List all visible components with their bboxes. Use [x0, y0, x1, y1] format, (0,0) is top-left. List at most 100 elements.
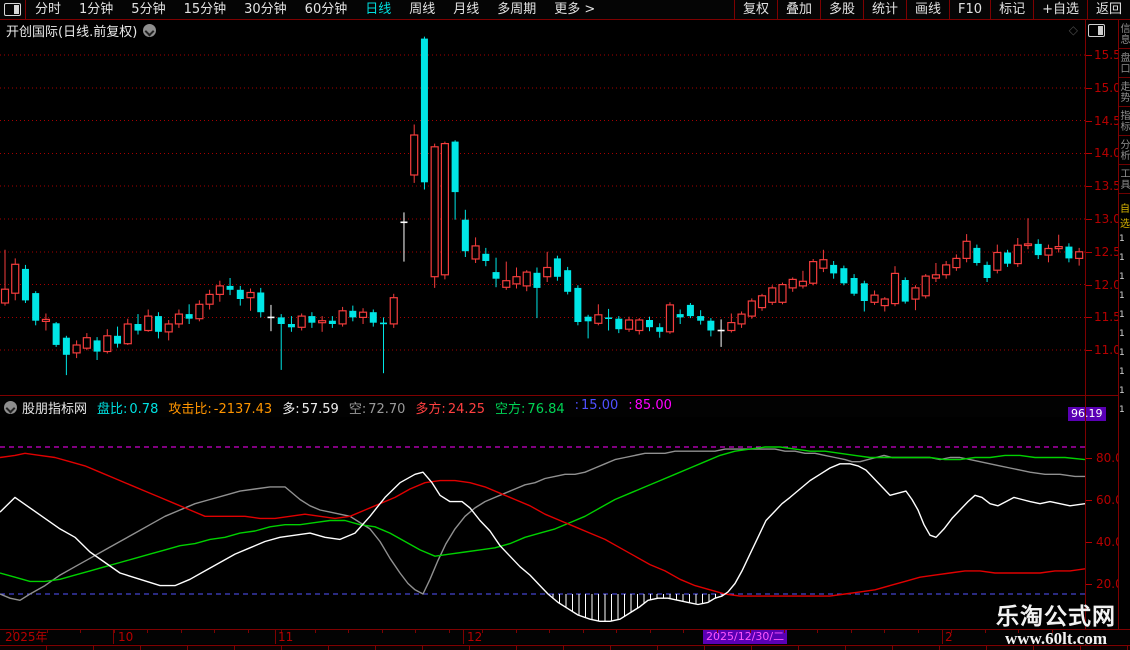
bottom-bar-cell[interactable] — [658, 646, 705, 650]
bottom-bar-cell[interactable] — [235, 646, 282, 650]
date-tick — [147, 630, 148, 633]
period-item-7[interactable]: 周线 — [400, 0, 444, 19]
bottom-bar-cell[interactable] — [940, 646, 987, 650]
bottom-toolbar-clipped[interactable] — [0, 645, 1130, 650]
price-tick — [1086, 219, 1092, 220]
chart-divider — [0, 395, 1130, 396]
date-tick — [683, 630, 684, 633]
tool-item-7[interactable]: +自选 — [1033, 0, 1087, 19]
bottom-bar-cell[interactable] — [188, 646, 235, 650]
price-tick — [1086, 186, 1092, 187]
date-tick — [583, 630, 584, 633]
date-tick — [717, 630, 718, 633]
right-sidebar-vertical-tabs: 信息盘口走势指标分析工具自选1 1 1 1 1 1 1 1 1 1 — [1118, 20, 1130, 629]
indicator-tick — [1086, 584, 1092, 585]
bottom-bar-cell[interactable] — [47, 646, 94, 650]
date-tick — [851, 630, 852, 633]
tool-item-8[interactable]: 返回 — [1087, 0, 1130, 19]
bottom-bar-cell[interactable] — [611, 646, 658, 650]
indicator-param-3: 空:72.70 — [349, 398, 406, 417]
indicator-name: 股朋指标网 — [22, 398, 87, 417]
sidebar-tab-2[interactable]: 走势 — [1119, 78, 1130, 107]
date-tick — [918, 630, 919, 633]
date-axis-label: 10 — [118, 631, 133, 643]
period-item-6[interactable]: 日线 — [356, 0, 400, 19]
tool-item-6[interactable]: 标记 — [990, 0, 1033, 19]
date-axis-label: 2025年 — [5, 631, 48, 643]
period-item-3[interactable]: 15分钟 — [175, 0, 236, 19]
period-item-4[interactable]: 30分钟 — [235, 0, 296, 19]
bottom-bar-cell[interactable] — [94, 646, 141, 650]
bottom-bar-cell[interactable] — [423, 646, 470, 650]
diamond-icon[interactable]: ◇ — [1069, 23, 1078, 37]
date-separator — [113, 630, 114, 644]
indicator-param-0: 盘比:0.78 — [97, 398, 158, 417]
period-item-8[interactable]: 月线 — [444, 0, 488, 19]
bottom-bar-cell[interactable] — [846, 646, 893, 650]
price-tick — [1086, 252, 1092, 253]
chevron-down-icon[interactable] — [4, 401, 17, 414]
sidebar-tab-0[interactable]: 信息 — [1119, 20, 1130, 49]
bottom-bar-cell[interactable] — [141, 646, 188, 650]
tool-item-0[interactable]: 复权 — [734, 0, 777, 19]
tool-item-4[interactable]: 画线 — [906, 0, 949, 19]
layout-toggle-icon[interactable] — [4, 3, 21, 16]
period-item-2[interactable]: 5分钟 — [122, 0, 174, 19]
date-tick — [616, 630, 617, 633]
bottom-bar-cell[interactable] — [893, 646, 940, 650]
bottom-bar-cell[interactable] — [799, 646, 846, 650]
indicator-tick — [1086, 458, 1092, 459]
watermark: 乐淘公式网 www.60lt.com — [996, 605, 1116, 648]
date-tick — [315, 630, 316, 633]
tool-item-5[interactable]: F10 — [949, 0, 990, 19]
date-tick — [449, 630, 450, 633]
indicator-param-5: 空方:76.84 — [495, 398, 565, 417]
date-tick — [114, 630, 115, 633]
axis-line — [1085, 20, 1086, 645]
period-item-10[interactable]: 更多 > — [545, 0, 604, 19]
bottom-bar-cell[interactable] — [0, 646, 47, 650]
indicator-param-2: 多:57.59 — [282, 398, 339, 417]
sidebar-tab-1[interactable]: 盘口 — [1119, 49, 1130, 78]
tool-item-2[interactable]: 多股 — [820, 0, 863, 19]
date-tick — [415, 630, 416, 633]
tool-item-3[interactable]: 统计 — [863, 0, 906, 19]
sidebar-clipped-quotes: 1 1 1 1 1 1 1 1 1 1 — [1119, 230, 1130, 420]
bottom-bar-cell[interactable] — [705, 646, 752, 650]
bottom-bar-cell[interactable] — [752, 646, 799, 650]
date-separator — [275, 630, 276, 644]
sidebar-tab-accent[interactable]: 自选 — [1119, 200, 1130, 230]
price-tick — [1086, 121, 1092, 122]
date-tick — [884, 630, 885, 633]
date-tick — [516, 630, 517, 633]
tool-item-1[interactable]: 叠加 — [777, 0, 820, 19]
price-tick — [1086, 153, 1092, 154]
price-tick — [1086, 285, 1092, 286]
indicator-params: 盘比:0.78攻击比:-2137.43多:57.59空:72.70多方:24.2… — [87, 398, 672, 417]
candlestick-chart[interactable] — [0, 36, 1085, 392]
period-item-0[interactable]: 分时 — [26, 0, 70, 19]
period-item-9[interactable]: 多周期 — [488, 0, 545, 19]
watermark-site-name: 乐淘公式网 — [996, 605, 1116, 630]
period-menu: 分时1分钟5分钟15分钟30分钟60分钟日线周线月线多周期更多 > — [26, 0, 604, 19]
bottom-bar-cell[interactable] — [282, 646, 329, 650]
bottom-bar-cell[interactable] — [470, 646, 517, 650]
bottom-bar-cell[interactable] — [517, 646, 564, 650]
tools-menu: 复权叠加多股统计画线F10标记+自选返回 — [734, 0, 1130, 19]
sidebar-tab-4[interactable]: 分析 — [1119, 136, 1130, 165]
period-item-1[interactable]: 1分钟 — [70, 0, 122, 19]
date-separator — [942, 630, 943, 644]
sidebar-tab-3[interactable]: 指标 — [1119, 107, 1130, 136]
date-tick — [750, 630, 751, 633]
trading-app-window: 分时1分钟5分钟15分钟30分钟60分钟日线周线月线多周期更多 > 复权叠加多股… — [0, 0, 1130, 650]
sidebar-tab-5[interactable]: 工具 — [1119, 165, 1130, 194]
date-tick — [181, 630, 182, 633]
period-item-5[interactable]: 60分钟 — [296, 0, 357, 19]
chevron-down-icon[interactable] — [143, 24, 156, 37]
price-tick — [1086, 88, 1092, 89]
bottom-bar-cell[interactable] — [329, 646, 376, 650]
date-tick — [382, 630, 383, 633]
bottom-bar-cell[interactable] — [564, 646, 611, 650]
bottom-bar-cell[interactable] — [376, 646, 423, 650]
indicator-line-chart[interactable] — [0, 418, 1085, 630]
